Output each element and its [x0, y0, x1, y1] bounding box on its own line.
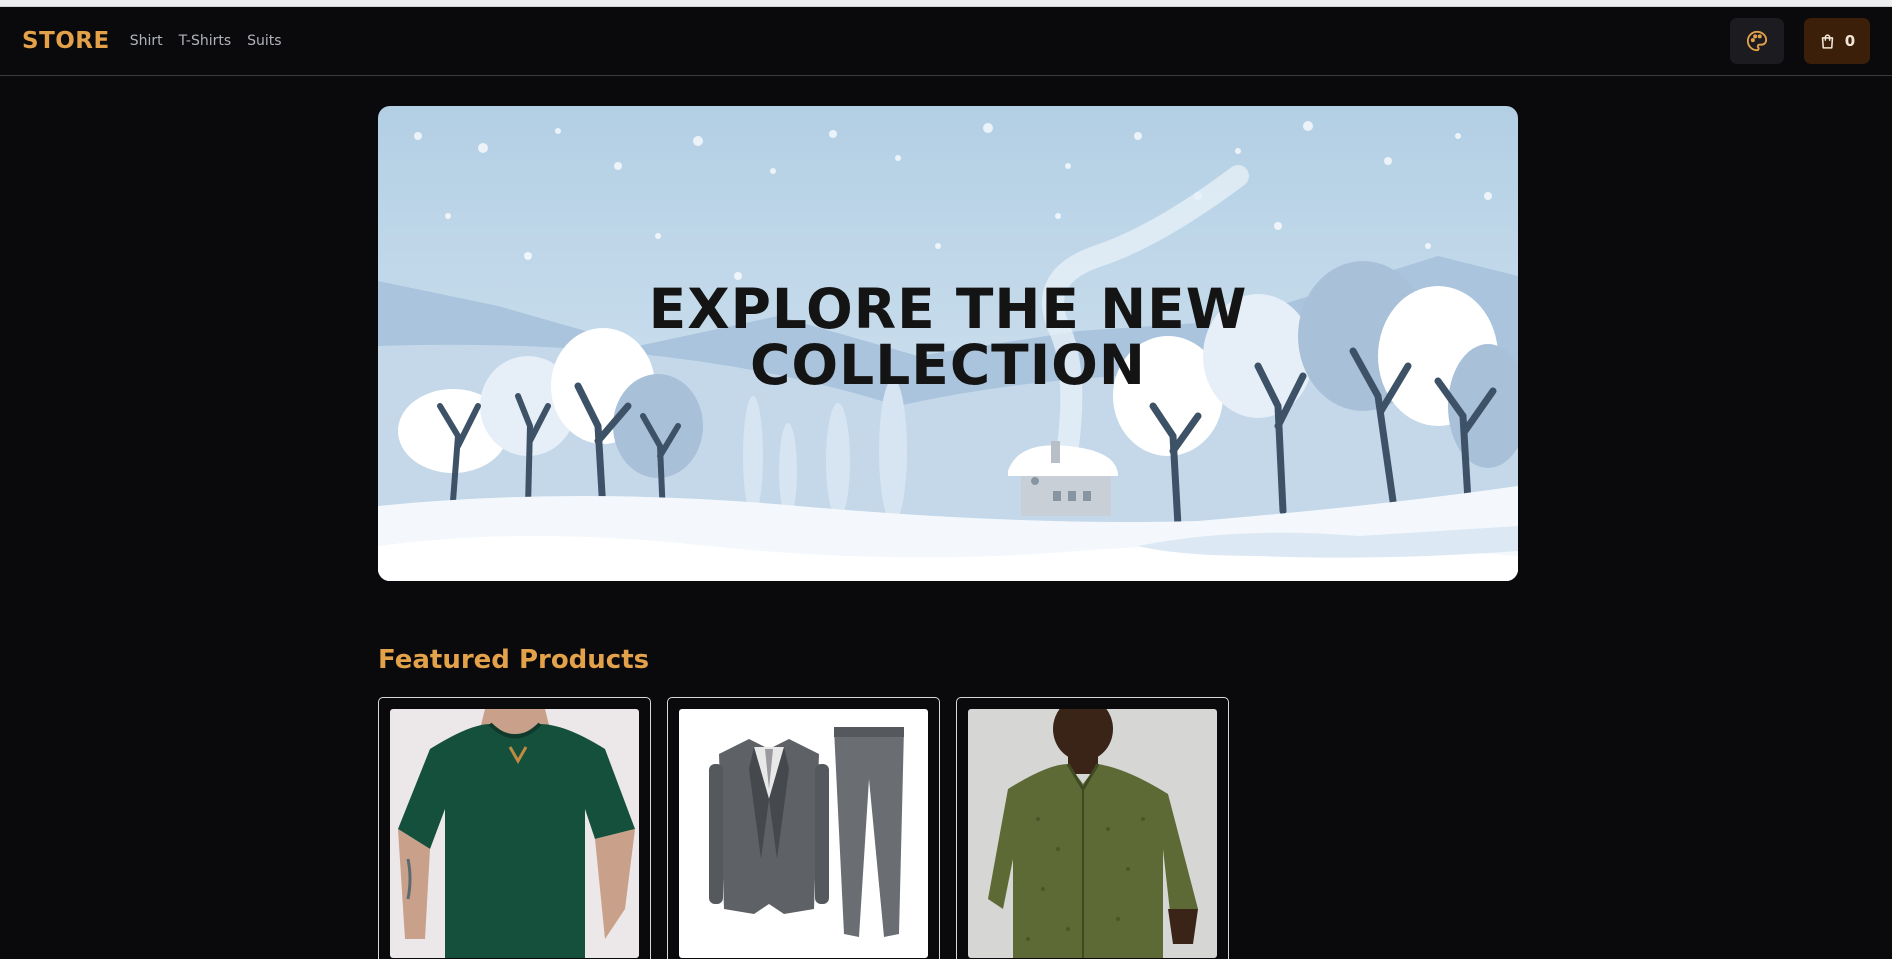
nav-actions: 0 — [1730, 18, 1870, 64]
featured-products-title: Featured Products — [378, 645, 650, 675]
featured-products-grid — [378, 697, 1229, 959]
product-image-olive-shirt — [968, 709, 1217, 958]
store-logo[interactable]: STORE — [22, 28, 110, 54]
theme-toggle-button[interactable] — [1730, 18, 1784, 64]
nav-link-tshirts[interactable]: T-Shirts — [179, 33, 232, 49]
hero-title-line-2: COLLECTION — [750, 333, 1146, 397]
product-image-green-tshirt — [390, 709, 639, 958]
product-card[interactable] — [956, 697, 1229, 959]
product-card[interactable] — [667, 697, 940, 959]
navbar: STORE Shirt T-Shirts Suits 0 — [0, 7, 1892, 76]
cart-count: 0 — [1844, 32, 1856, 50]
product-card[interactable] — [378, 697, 651, 959]
hero-banner: EXPLORE THE NEW COLLECTION — [378, 106, 1518, 581]
nav-link-suits[interactable]: Suits — [247, 33, 281, 49]
main-nav: Shirt T-Shirts Suits — [130, 33, 282, 49]
hero-title: EXPLORE THE NEW COLLECTION — [378, 281, 1518, 393]
palette-icon — [1746, 30, 1768, 52]
product-image-grey-suit — [679, 709, 928, 958]
shopping-bag-icon — [1821, 33, 1834, 49]
nav-link-shirt[interactable]: Shirt — [130, 33, 163, 49]
cart-button[interactable]: 0 — [1804, 18, 1870, 64]
hero-title-line-1: EXPLORE THE NEW — [648, 277, 1248, 341]
browser-top-strip — [0, 0, 1892, 7]
